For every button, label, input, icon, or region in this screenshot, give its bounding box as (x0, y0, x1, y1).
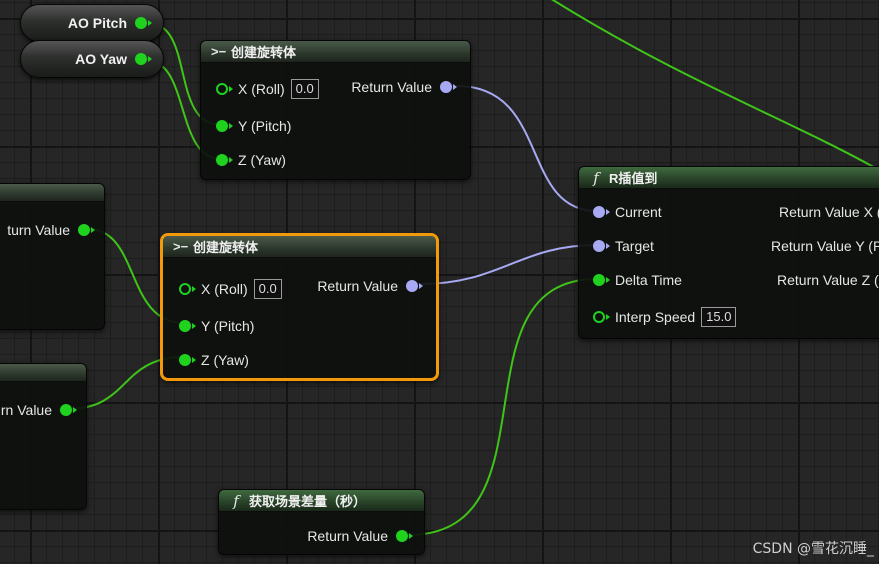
top-y-pitch-pin[interactable] (216, 120, 233, 132)
left-node-1-header (0, 184, 104, 202)
csdn-watermark: CSDN @雪花沉睡_ (752, 541, 874, 557)
rinterp-delta-row: Delta Time (593, 270, 682, 290)
rinterp-out-z-row: Return Value Z (Y (777, 270, 879, 290)
make-rotator-selected-header: >− 创建旋转体 (163, 236, 436, 258)
sel-y-pitch-row: Y (Pitch) (179, 316, 254, 336)
rinterp-speed-label: Interp Speed (615, 309, 696, 325)
rinterp-target-row: Target (593, 236, 654, 256)
rinterp-out-y-row: Return Value Y (P (771, 236, 879, 256)
make-rotator-node-selected[interactable]: >− 创建旋转体 X (Roll) 0.0 Y (Pitch) Z (Yaw) … (160, 233, 439, 381)
make-struct-icon: >− (211, 44, 227, 59)
top-return-pin[interactable] (440, 81, 457, 93)
sel-x-roll-pin[interactable] (179, 283, 196, 295)
delta-node-title: 获取场景差量（秒） (249, 494, 367, 509)
sel-x-roll-label: X (Roll) (201, 281, 248, 297)
top-return-label: Return Value (351, 79, 432, 95)
left-node-2-return-pin[interactable] (60, 404, 77, 416)
top-x-roll-pin[interactable] (216, 83, 233, 95)
ao-yaw-output-pin[interactable] (135, 53, 152, 65)
sel-x-roll-input[interactable]: 0.0 (253, 279, 282, 299)
rinterp-speed-row: Interp Speed 15.0 (593, 307, 737, 327)
rinterp-current-pin[interactable] (593, 206, 610, 218)
make-struct-icon: >− (173, 239, 189, 254)
rinterp-out-y-label: Return Value Y (P (771, 238, 879, 254)
rinterp-target-label: Target (615, 238, 654, 254)
rinterp-delta-label: Delta Time (615, 272, 682, 288)
sel-z-yaw-label: Z (Yaw) (201, 352, 249, 368)
function-icon: f (233, 491, 239, 510)
rinterp-current-row: Current (593, 202, 662, 222)
sel-z-yaw-row: Z (Yaw) (179, 350, 249, 370)
rinterp-out-x-label: Return Value X ( (779, 204, 879, 220)
rinterp-out-x-row: Return Value X ( (779, 202, 879, 222)
sel-z-yaw-pin[interactable] (179, 354, 196, 366)
rinterp-title: R插值到 (609, 171, 658, 186)
sel-return-pin[interactable] (406, 280, 423, 292)
ao-yaw-variable-node[interactable]: AO Yaw (20, 40, 164, 78)
make-rotator-selected-title: 创建旋转体 (193, 240, 259, 255)
make-rotator-top-title: 创建旋转体 (231, 45, 297, 60)
top-x-roll-input[interactable]: 0.0 (290, 79, 319, 99)
left-node-1-return-pin[interactable] (78, 224, 95, 236)
top-z-yaw-label: Z (Yaw) (238, 152, 286, 168)
top-z-yaw-pin[interactable] (216, 154, 233, 166)
sel-return-label: Return Value (317, 278, 398, 294)
ao-pitch-label: AO Pitch (67, 15, 127, 31)
ao-pitch-variable-node[interactable]: AO Pitch (20, 4, 164, 42)
delta-return-label: Return Value (307, 528, 388, 544)
rinterp-delta-pin[interactable] (593, 274, 610, 286)
left-node-1-return-row: turn Value (7, 220, 95, 240)
delta-node-header: f 获取场景差量（秒） (219, 490, 424, 512)
delta-return-row: Return Value (307, 526, 413, 546)
make-rotator-node-top[interactable]: >− 创建旋转体 X (Roll) 0.0 Y (Pitch) Z (Yaw) … (200, 40, 471, 180)
left-node-2-header (0, 364, 86, 382)
function-icon: f (593, 168, 599, 187)
top-y-pitch-row: Y (Pitch) (216, 116, 291, 136)
top-z-yaw-row: Z (Yaw) (216, 150, 286, 170)
top-x-roll-label: X (Roll) (238, 81, 285, 97)
top-return-row: Return Value (351, 77, 457, 97)
sel-return-row: Return Value (317, 276, 423, 296)
sel-y-pitch-pin[interactable] (179, 320, 196, 332)
left-node-2-return-label: rn Value (0, 402, 52, 418)
get-world-delta-seconds-node[interactable]: f 获取场景差量（秒） Return Value (218, 489, 425, 555)
sel-x-roll-row: X (Roll) 0.0 (179, 279, 282, 299)
top-x-roll-row: X (Roll) 0.0 (216, 79, 319, 99)
left-node-partial-1[interactable]: turn Value (0, 183, 105, 330)
top-y-pitch-label: Y (Pitch) (238, 118, 292, 134)
rinterp-to-node[interactable]: f R插值到 Current Target Delta Time Interp … (578, 166, 879, 339)
make-rotator-top-header: >− 创建旋转体 (201, 41, 470, 63)
rinterp-current-label: Current (615, 204, 662, 220)
rinterp-target-pin[interactable] (593, 240, 610, 252)
sel-y-pitch-label: Y (Pitch) (201, 318, 255, 334)
left-node-2-return-row: rn Value (0, 400, 77, 420)
rinterp-speed-pin[interactable] (593, 311, 610, 323)
ao-pitch-output-pin[interactable] (135, 17, 152, 29)
rinterp-out-z-label: Return Value Z (Y (777, 272, 879, 288)
rinterp-header: f R插值到 (579, 167, 879, 189)
rinterp-speed-input[interactable]: 15.0 (701, 307, 737, 327)
delta-return-pin[interactable] (396, 530, 413, 542)
ao-yaw-label: AO Yaw (75, 51, 127, 67)
left-node-1-return-label: turn Value (7, 222, 70, 238)
left-node-partial-2[interactable]: rn Value (0, 363, 87, 510)
